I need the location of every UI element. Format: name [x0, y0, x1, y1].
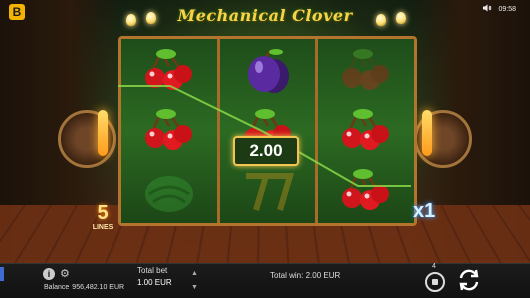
game-stage: B 09:58 Mechanical Clover 2.00 5 LINES x…	[0, 0, 530, 298]
symbol-watermelon	[121, 163, 217, 221]
cherries-icon	[144, 49, 192, 90]
lines-count: 5	[97, 202, 109, 224]
lightbulb-icon	[376, 14, 386, 26]
left-machine	[58, 70, 118, 220]
balance-value: 956,482.10 EUR	[72, 284, 125, 291]
light-tube	[98, 110, 108, 156]
cherries-icon	[342, 49, 390, 90]
cherries-icon	[144, 109, 192, 150]
bet-increase-icon[interactable]: ▲	[191, 267, 198, 281]
plum-icon	[247, 49, 289, 93]
total-win-label: Total win:	[270, 271, 304, 280]
spin-arrows-icon	[459, 269, 479, 291]
balance: Balance 956,482.10 EUR	[44, 284, 124, 291]
settings-gear-icon[interactable]: ⚙	[60, 267, 70, 280]
total-bet-label: Total bet	[137, 266, 168, 275]
lightbulb-icon	[396, 12, 406, 24]
symbol-cherries	[318, 43, 414, 101]
status-area: 09:58	[483, 4, 516, 14]
game-title: Mechanical Clover	[177, 6, 353, 25]
total-win-value: 2.00 EUR	[305, 271, 341, 280]
win-amount-display: 2.00	[233, 136, 299, 166]
symbol-cherries	[318, 103, 414, 161]
light-tube	[422, 110, 432, 156]
reel-1	[121, 39, 220, 223]
bet-adjust: ▲ ▼	[191, 267, 198, 295]
cherries-icon	[342, 109, 390, 150]
bet-decrease-icon[interactable]: ▼	[191, 281, 198, 295]
total-win: Total win: 2.00 EUR	[270, 271, 340, 280]
reel-2	[219, 39, 319, 223]
symbol-cherries	[121, 43, 217, 101]
speaker-icon[interactable]	[483, 4, 493, 14]
total-bet: Total bet 1.00 EUR	[137, 266, 172, 287]
lightbulb-icon	[126, 14, 136, 26]
clock: 09:58	[498, 5, 516, 13]
lightbulb-icon	[146, 12, 156, 24]
lines-label: LINES	[92, 224, 114, 231]
reel-3	[318, 39, 415, 223]
autoplay-count: 4	[432, 263, 436, 270]
seven-icon	[245, 173, 294, 211]
reel-area[interactable]	[118, 36, 417, 226]
balance-label: Balance	[44, 284, 70, 291]
watermelon-icon	[144, 176, 193, 212]
lines-badge: 5 LINES	[84, 202, 122, 231]
menu-tab[interactable]	[0, 267, 4, 281]
symbol-cherries	[318, 163, 414, 221]
info-icon[interactable]: i	[43, 268, 55, 280]
symbol-seven	[220, 163, 316, 221]
right-machine	[412, 70, 472, 220]
autoplay-stop-button[interactable]	[425, 272, 445, 292]
cherries-icon	[342, 169, 390, 210]
symbol-plums	[220, 43, 316, 101]
total-bet-value: 1.00 EUR	[137, 278, 172, 287]
symbol-cherries	[121, 103, 217, 161]
bottom-bar: i ⚙ Balance 956,482.10 EUR Total bet 1.00…	[0, 263, 530, 298]
brand-logo: B	[9, 4, 25, 20]
multiplier: x1	[413, 200, 436, 222]
spin-button[interactable]	[455, 266, 483, 294]
